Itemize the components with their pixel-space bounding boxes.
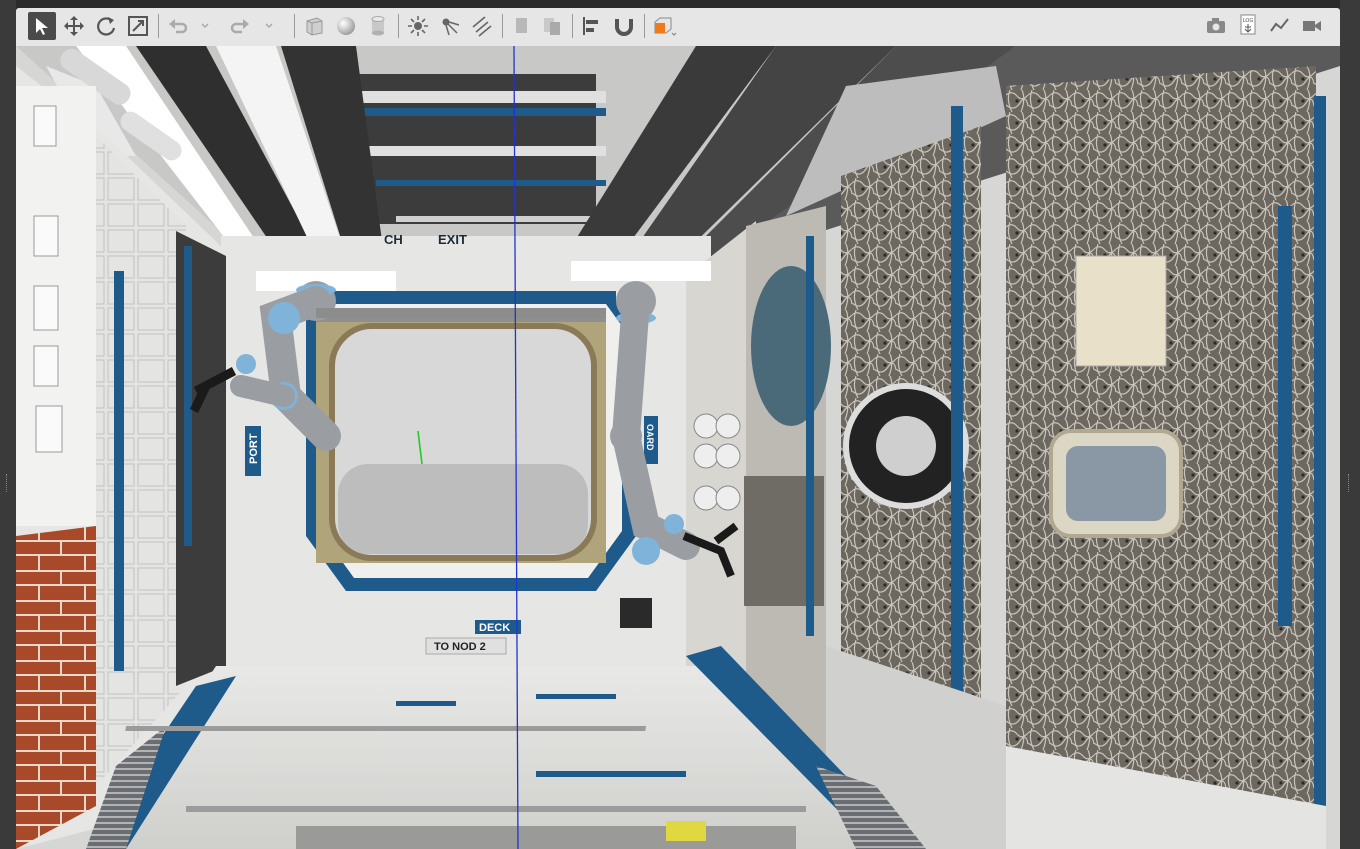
log-label: LOG <box>1243 18 1254 24</box>
log-button[interactable]: LOG <box>1234 12 1262 40</box>
toolbar-separator <box>572 14 573 38</box>
camera-icon <box>1207 18 1225 33</box>
insert-sphere-button[interactable] <box>332 12 360 40</box>
sun-icon <box>408 16 428 36</box>
undo-history-button[interactable] <box>198 12 212 40</box>
paste-icon <box>544 18 560 35</box>
align-icon <box>583 17 598 35</box>
magnet-icon <box>615 19 633 36</box>
sign-side: OARD <box>645 424 655 451</box>
log-icon: LOG <box>1240 14 1256 35</box>
toolbar-separator <box>398 14 399 38</box>
view-cube-icon <box>654 17 677 36</box>
left-wall-gap <box>176 231 226 686</box>
toolbar: LOG <box>16 8 1340 47</box>
3d-viewport[interactable]: CH EXIT PORT DECK TO NOD 2 OARD <box>16 46 1340 849</box>
undo-icon <box>169 19 188 34</box>
move-arrows-icon <box>64 16 84 36</box>
undo-button[interactable] <box>164 12 192 40</box>
left-panel-grip[interactable] <box>6 474 10 492</box>
insert-box-button[interactable] <box>300 12 328 40</box>
right-wall-display <box>751 266 831 426</box>
chevron-down-icon <box>265 23 273 29</box>
point-light-button[interactable] <box>404 12 432 40</box>
video-camera-icon <box>1303 21 1321 31</box>
snap-button[interactable] <box>610 12 638 40</box>
cylinder-icon <box>371 16 385 36</box>
scale-tool-button[interactable] <box>124 12 152 40</box>
copy-icon <box>516 18 527 33</box>
toolbar-separator <box>502 14 503 38</box>
arrow-cursor-icon <box>36 18 48 35</box>
screenshot-button[interactable] <box>1202 12 1230 40</box>
left-wall-panels <box>96 136 186 786</box>
vent-panel <box>620 598 652 628</box>
right-panel-edge[interactable] <box>1340 0 1360 849</box>
hatch-floor-view <box>338 464 588 554</box>
left-brick-panel <box>16 526 96 849</box>
rack-3-label-panel <box>1075 255 1167 367</box>
scene-render[interactable]: CH EXIT PORT DECK TO NOD 2 OARD <box>16 46 1340 849</box>
redo-icon <box>230 19 249 34</box>
redo-button[interactable] <box>226 12 254 40</box>
left-panel-edge[interactable] <box>0 0 16 849</box>
sign-exit: EXIT <box>438 232 467 247</box>
rotate-tool-button[interactable] <box>92 12 120 40</box>
rack-2-port-inner <box>876 416 936 476</box>
view-angle-button[interactable] <box>650 12 678 40</box>
spot-light-icon <box>442 18 460 36</box>
sign-deck: DECK <box>479 622 510 634</box>
translate-tool-button[interactable] <box>60 12 88 40</box>
sign-port: PORT <box>248 433 260 464</box>
paste-button[interactable] <box>538 12 566 40</box>
rotate-icon <box>97 17 116 36</box>
align-button[interactable] <box>578 12 606 40</box>
plot-button[interactable] <box>1266 12 1294 40</box>
chevron-down-icon <box>201 23 209 29</box>
plot-icon <box>1270 18 1289 32</box>
copy-button[interactable] <box>508 12 536 40</box>
sphere-icon <box>337 17 355 35</box>
rack-3-window-glass <box>1066 446 1166 521</box>
select-tool-button[interactable] <box>28 12 56 40</box>
left-handrail <box>114 271 124 671</box>
box-icon <box>306 17 323 36</box>
directional-light-icon <box>472 16 492 37</box>
record-video-button[interactable] <box>1298 12 1326 40</box>
left-handrail-2 <box>184 246 192 546</box>
spot-light-button[interactable] <box>436 12 464 40</box>
scale-icon <box>128 16 148 36</box>
arm-rail <box>316 308 606 318</box>
right-panel-grip[interactable] <box>1348 474 1352 492</box>
toolbar-separator <box>158 14 159 38</box>
directional-light-button[interactable] <box>468 12 496 40</box>
toolbar-separator <box>644 14 645 38</box>
insert-cylinder-button[interactable] <box>364 12 392 40</box>
redo-history-button[interactable] <box>262 12 276 40</box>
toolbar-separator <box>294 14 295 38</box>
sign-ch: CH <box>384 232 403 247</box>
sign-to-node: TO NOD 2 <box>434 641 486 653</box>
